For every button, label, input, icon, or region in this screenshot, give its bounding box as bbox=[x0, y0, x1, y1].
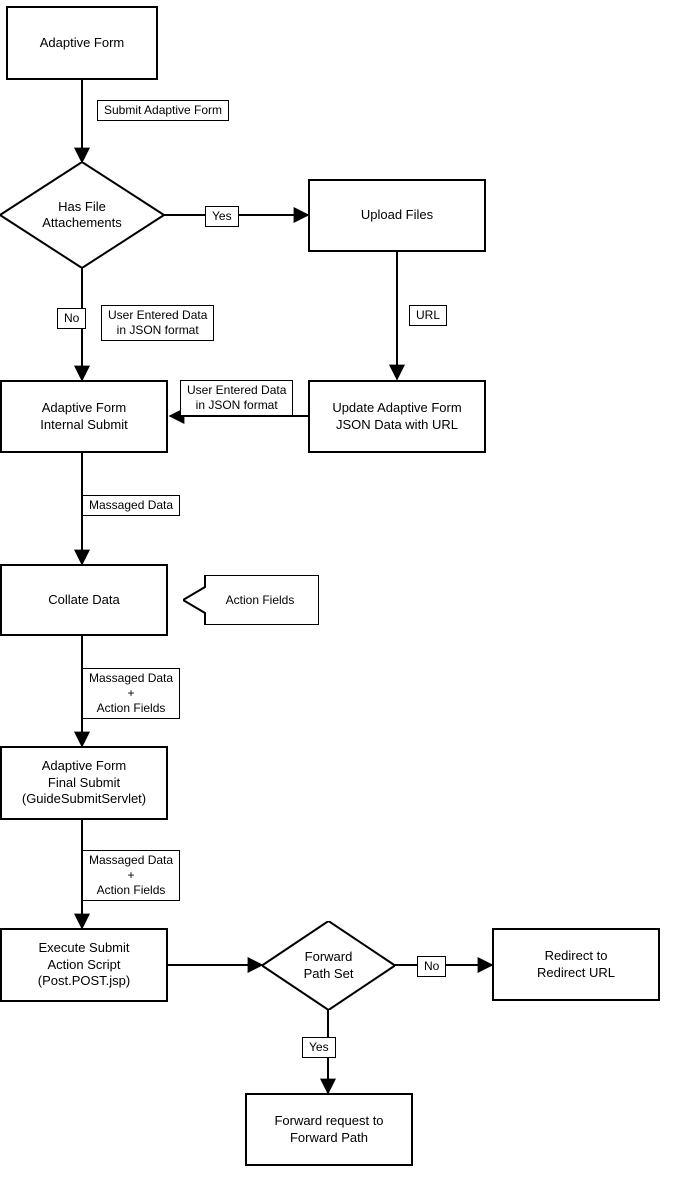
node-text: Execute Submit Action Script (Post.POST.… bbox=[38, 940, 130, 991]
label-text: Massaged Data + Action Fields bbox=[89, 853, 173, 898]
label-text: User Entered Data in JSON format bbox=[187, 383, 286, 413]
node-text: Adaptive Form bbox=[40, 35, 125, 52]
node-text: Update Adaptive Form JSON Data with URL bbox=[332, 400, 461, 434]
node-action-fields-arrow: Action Fields bbox=[183, 575, 319, 625]
edge-label-submit-form: Submit Adaptive Form bbox=[97, 100, 229, 121]
node-text: Upload Files bbox=[361, 207, 433, 224]
label-text: Massaged Data + Action Fields bbox=[89, 671, 173, 716]
edge-label-massaged-plus-1: Massaged Data + Action Fields bbox=[82, 668, 180, 719]
edge-label-massaged-plus-2: Massaged Data + Action Fields bbox=[82, 850, 180, 901]
edge-label-no-attachments: No bbox=[57, 308, 86, 329]
label-text: No bbox=[64, 311, 79, 326]
edge-label-massaged: Massaged Data bbox=[82, 495, 180, 516]
node-text: Adaptive Form Internal Submit bbox=[40, 400, 127, 434]
node-forward-path-set: Forward Path Set bbox=[262, 921, 395, 1010]
node-text: Forward request to Forward Path bbox=[274, 1113, 383, 1147]
node-forward-request: Forward request to Forward Path bbox=[245, 1093, 413, 1166]
label-text: URL bbox=[416, 308, 440, 323]
node-text: Action Fields bbox=[226, 593, 295, 607]
node-text: Adaptive Form Final Submit (GuideSubmitS… bbox=[22, 758, 146, 809]
label-text: Submit Adaptive Form bbox=[104, 103, 222, 118]
edge-label-no-forward: No bbox=[417, 956, 446, 977]
node-upload-files: Upload Files bbox=[308, 179, 486, 252]
node-execute-script: Execute Submit Action Script (Post.POST.… bbox=[0, 928, 168, 1002]
flowchart-canvas: Adaptive Form Submit Adaptive Form Has F… bbox=[0, 0, 674, 1191]
node-text: Forward Path Set bbox=[304, 949, 354, 982]
node-collate-data: Collate Data bbox=[0, 564, 168, 636]
label-text: Massaged Data bbox=[89, 498, 173, 513]
label-text: User Entered Data in JSON format bbox=[108, 308, 207, 338]
edge-label-user-json-1: User Entered Data in JSON format bbox=[101, 305, 214, 341]
edge-label-user-json-2: User Entered Data in JSON format bbox=[180, 380, 293, 416]
node-internal-submit: Adaptive Form Internal Submit bbox=[0, 380, 168, 453]
label-text: No bbox=[424, 959, 439, 974]
node-text: Redirect to Redirect URL bbox=[537, 948, 615, 982]
edge-label-url: URL bbox=[409, 305, 447, 326]
label-text: Yes bbox=[309, 1040, 329, 1055]
edge-label-yes-forward: Yes bbox=[302, 1037, 336, 1058]
node-redirect-url: Redirect to Redirect URL bbox=[492, 928, 660, 1001]
node-final-submit: Adaptive Form Final Submit (GuideSubmitS… bbox=[0, 746, 168, 820]
label-text: Yes bbox=[212, 209, 232, 224]
edge-label-yes-attachments: Yes bbox=[205, 206, 239, 227]
node-text: Collate Data bbox=[48, 592, 120, 609]
node-adaptive-form: Adaptive Form bbox=[6, 6, 158, 80]
node-has-file-attachments: Has File Attachements bbox=[0, 162, 164, 268]
node-text: Has File Attachements bbox=[42, 199, 122, 232]
node-update-json: Update Adaptive Form JSON Data with URL bbox=[308, 380, 486, 453]
